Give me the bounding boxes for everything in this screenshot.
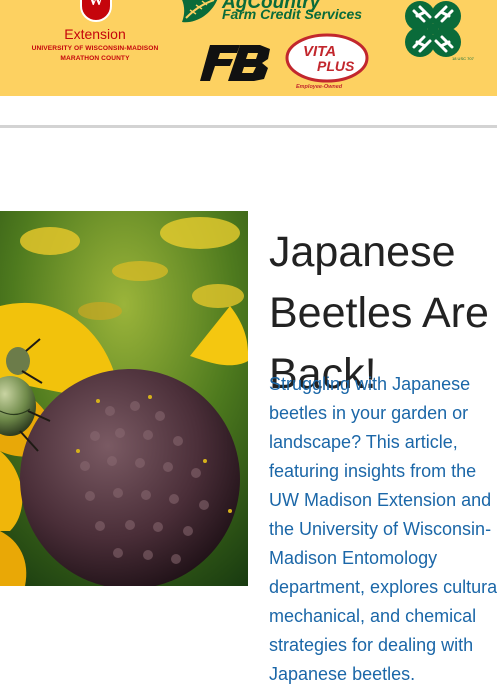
beetle-flower-photo — [0, 211, 248, 586]
agcountry-leaf-icon — [182, 0, 218, 23]
section-divider — [0, 125, 497, 128]
article-image[interactable] — [0, 211, 248, 586]
article-summary-link[interactable]: Struggling with Japanese beetles in your… — [269, 370, 497, 689]
four-h-clover-icon[interactable] — [398, 0, 468, 64]
extension-name: Extension — [64, 26, 126, 42]
four-h-caption: 18 USC 707 — [452, 56, 474, 61]
farm-bureau-mark: FB — [200, 45, 202, 46]
extension-county: MARATHON COUNTY — [60, 55, 130, 62]
uw-extension-logo[interactable]: W Extension UNIVERSITY OF WISCONSIN-MADI… — [0, 0, 190, 96]
vita-plus-caption: Employee-Owned — [296, 84, 343, 90]
uw-crest-icon: W — [80, 0, 112, 22]
farm-bureau-logo[interactable]: FB — [200, 45, 272, 81]
sponsor-banner: W Extension UNIVERSITY OF WISCONSIN-MADI… — [0, 0, 497, 96]
plus-word: PLUS — [317, 58, 355, 74]
extension-university: UNIVERSITY OF WISCONSIN-MADISON — [31, 45, 159, 52]
vita-plus-logo[interactable]: VITA PLUS — [285, 32, 369, 84]
agcountry-logo[interactable]: AgCountry Farm Credit Services — [176, 0, 376, 28]
agcountry-tagline: Farm Credit Services — [222, 6, 363, 22]
